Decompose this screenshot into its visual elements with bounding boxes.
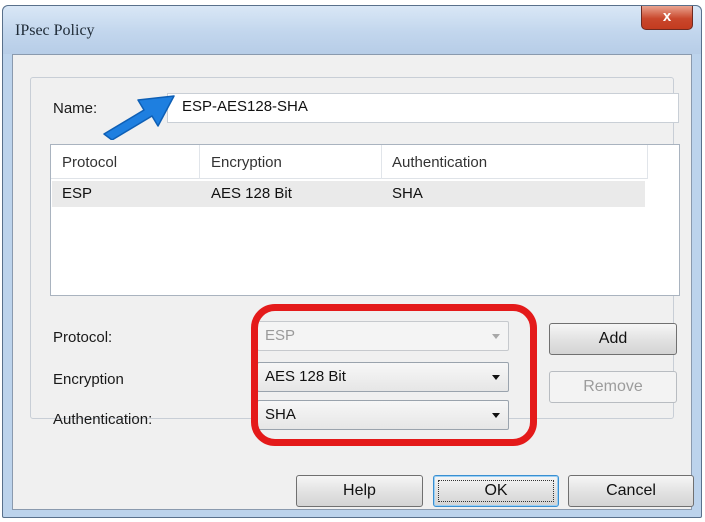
remove-button[interactable]: Remove — [549, 371, 677, 403]
add-button[interactable]: Add — [549, 323, 677, 355]
name-field[interactable]: ESP-AES128-SHA — [167, 93, 679, 123]
table-row[interactable]: ESP AES 128 Bit SHA — [52, 181, 645, 207]
proposal-list[interactable]: Protocol Encryption Authentication ESP A… — [50, 144, 680, 296]
cancel-button[interactable]: Cancel — [568, 475, 694, 507]
title-bar[interactable]: IPsec Policy x — [3, 6, 701, 54]
protocol-label: Protocol: — [53, 329, 113, 346]
highlight-annotation — [251, 304, 537, 446]
column-divider — [199, 145, 200, 179]
encryption-label: Encryption — [53, 371, 124, 388]
add-button-label: Add — [598, 330, 628, 347]
help-button-label: Help — [343, 482, 376, 499]
column-divider — [647, 145, 648, 179]
column-divider — [381, 145, 382, 179]
ipsec-policy-dialog: IPsec Policy x Name: ESP-AES128-SHA Prot… — [2, 5, 702, 518]
row-protocol: ESP — [62, 185, 93, 202]
focus-rectangle — [438, 480, 554, 502]
list-header: Protocol Encryption Authentication — [51, 145, 648, 179]
close-button[interactable]: x — [641, 6, 693, 30]
arrow-pointer-icon — [103, 95, 175, 140]
authentication-label: Authentication: — [53, 411, 153, 428]
column-protocol[interactable]: Protocol — [62, 154, 117, 171]
column-authentication[interactable]: Authentication — [392, 154, 487, 171]
remove-button-label: Remove — [583, 378, 643, 395]
close-icon: x — [662, 8, 672, 25]
window-title: IPsec Policy — [15, 22, 95, 39]
cancel-button-label: Cancel — [606, 482, 656, 499]
name-label: Name: — [53, 100, 98, 117]
row-encryption: AES 128 Bit — [211, 185, 292, 202]
column-encryption[interactable]: Encryption — [211, 154, 282, 171]
ok-button[interactable]: OK — [433, 475, 559, 507]
help-button[interactable]: Help — [296, 475, 423, 507]
row-authentication: SHA — [392, 185, 423, 202]
